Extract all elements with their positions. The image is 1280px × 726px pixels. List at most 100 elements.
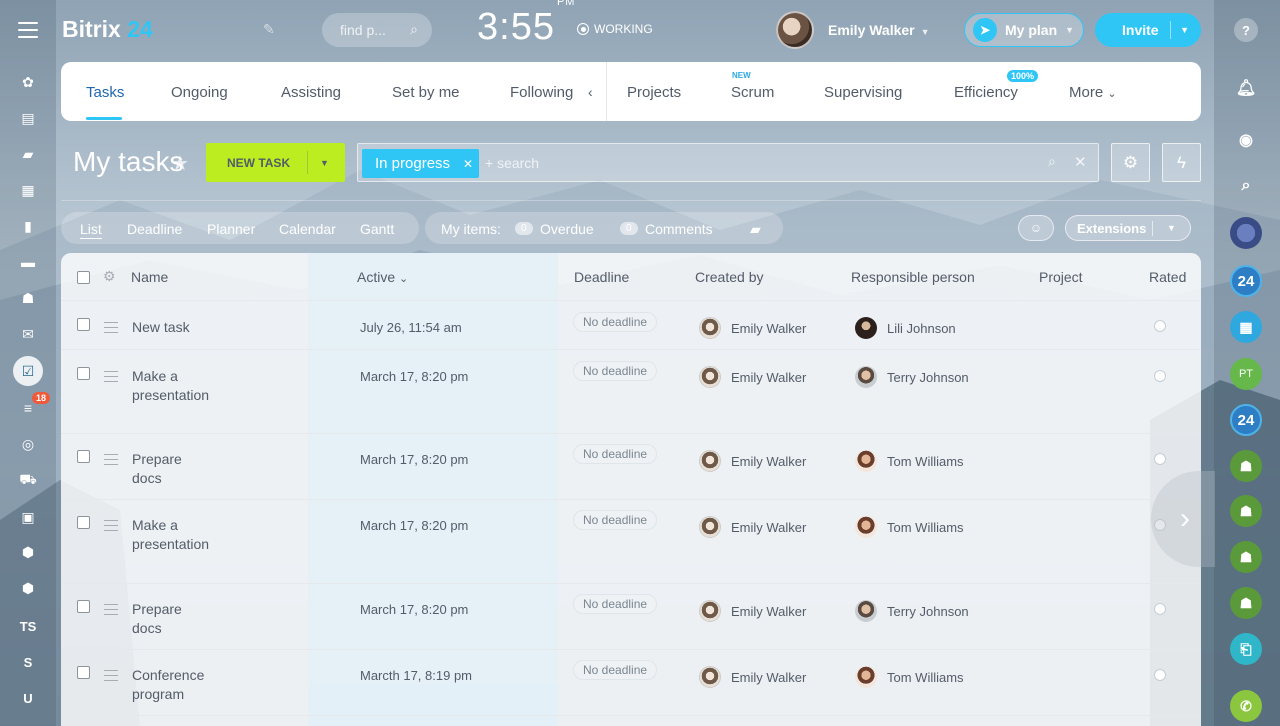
row-menu-icon[interactable] xyxy=(104,520,118,535)
tab-assisting[interactable]: Assisting xyxy=(281,84,341,101)
new-task-button[interactable]: NEW TASK ▼ xyxy=(206,143,345,182)
chevron-down-icon[interactable]: ▼ xyxy=(1167,223,1176,233)
column-header-responsible[interactable]: Responsible person xyxy=(851,269,975,285)
created-by[interactable]: Emily Walker xyxy=(699,600,806,622)
help-icon[interactable]: ? xyxy=(1234,18,1258,42)
row-menu-icon[interactable] xyxy=(104,670,118,685)
responsible-person[interactable]: Tom Williams xyxy=(855,666,964,688)
tab-tasks[interactable]: Tasks xyxy=(86,84,124,101)
groups-icon[interactable]: ☗ xyxy=(16,286,40,310)
read-all-icon[interactable]: ▰ xyxy=(750,221,761,238)
view-list[interactable]: List xyxy=(80,221,102,237)
sidebar-item-ts[interactable]: TS xyxy=(16,614,40,638)
target-icon[interactable]: ◎ xyxy=(16,432,40,456)
column-header-created-by[interactable]: Created by xyxy=(695,269,763,285)
column-header-active[interactable]: Active ⌄ xyxy=(357,269,408,285)
b24-chat-icon[interactable]: 24 xyxy=(1230,265,1262,297)
box-icon[interactable]: ⬢ xyxy=(16,540,40,564)
comments-label[interactable]: Comments xyxy=(645,221,713,237)
rated-indicator[interactable] xyxy=(1154,669,1166,681)
column-header-rated[interactable]: Rated xyxy=(1149,269,1186,285)
task-name[interactable]: Make a presentation xyxy=(132,516,222,554)
overdue-count[interactable]: 0 xyxy=(515,222,533,235)
close-icon[interactable]: ✕ xyxy=(463,157,473,171)
chevron-down-icon[interactable]: ▼ xyxy=(1180,25,1189,35)
tab-scrum[interactable]: Scrum xyxy=(731,84,774,101)
table-row[interactable]: Make a presentation March 17, 8:20 pm No… xyxy=(61,500,1201,584)
responsible-person[interactable]: Terry Johnson xyxy=(855,366,969,388)
responsible-person[interactable]: Lili Johnson xyxy=(855,317,956,339)
table-row[interactable]: Make a presentation March 17, 8:20 pm No… xyxy=(61,350,1201,434)
logo[interactable]: Bitrix 24 xyxy=(62,16,153,43)
deadline-badge[interactable]: No deadline xyxy=(573,510,658,530)
user-avatar[interactable] xyxy=(776,11,814,49)
view-gantt[interactable]: Gantt xyxy=(360,221,394,237)
tab-following[interactable]: Following xyxy=(510,84,573,101)
task-name[interactable]: Make a presentation xyxy=(132,367,222,405)
table-row[interactable]: New task July 26, 11:54 am No deadline E… xyxy=(61,302,1201,350)
chat-icon[interactable]: ▤ xyxy=(16,106,40,130)
extensions-button[interactable]: Extensions ▼ xyxy=(1065,215,1191,241)
row-menu-icon[interactable] xyxy=(104,454,118,469)
calendar-chat-icon[interactable]: ▦ xyxy=(1230,311,1262,343)
filter-chip-in-progress[interactable]: In progress ✕ xyxy=(362,149,479,178)
tasks-icon[interactable]: ☑ xyxy=(13,356,43,386)
menu-burger-icon[interactable] xyxy=(18,22,38,38)
clock[interactable]: 3:55PM xyxy=(477,0,575,49)
overdue-label[interactable]: Overdue xyxy=(540,221,594,237)
view-calendar[interactable]: Calendar xyxy=(279,221,336,237)
created-by[interactable]: Emily Walker xyxy=(699,366,806,388)
edit-pencil-icon[interactable]: ✎ xyxy=(263,21,275,38)
group-chat-icon-4[interactable]: ☗ xyxy=(1230,587,1262,619)
contact-card-icon[interactable]: ▣ xyxy=(16,505,40,529)
my-plan-button[interactable]: ➤ My plan ▼ xyxy=(964,13,1084,47)
rated-indicator[interactable] xyxy=(1154,603,1166,615)
group-chat-icon-2[interactable]: ☗ xyxy=(1230,495,1262,527)
row-menu-icon[interactable] xyxy=(104,371,118,386)
drive-icon[interactable]: ▬ xyxy=(16,250,40,274)
shop-cart-icon[interactable]: ⛟ xyxy=(16,468,40,492)
chat-bubble-icon[interactable]: ◉ xyxy=(1230,124,1262,156)
mail-icon[interactable]: ✉ xyxy=(16,322,40,346)
group-chat-icon-3[interactable]: ☗ xyxy=(1230,541,1262,573)
work-status[interactable]: WORKING xyxy=(577,22,653,36)
row-checkbox[interactable] xyxy=(77,367,90,380)
deadline-badge[interactable]: No deadline xyxy=(573,594,658,614)
search-icon[interactable]: ⌕ xyxy=(1048,153,1056,170)
gear-icon[interactable]: ⚙ xyxy=(103,268,116,285)
deadline-badge[interactable]: No deadline xyxy=(573,660,658,680)
task-name[interactable]: Prepare docs xyxy=(132,450,192,488)
row-checkbox[interactable] xyxy=(77,318,90,331)
documents-icon[interactable]: ▮ xyxy=(16,214,40,238)
feed-icon[interactable]: ✿ xyxy=(16,70,40,94)
pt-avatar[interactable]: PT xyxy=(1230,358,1262,390)
created-by[interactable]: Emily Walker xyxy=(699,450,806,472)
comments-count[interactable]: 0 xyxy=(620,222,638,235)
clear-icon[interactable]: ✕ xyxy=(1074,153,1087,171)
responsible-person[interactable]: Tom Williams xyxy=(855,516,964,538)
row-checkbox[interactable] xyxy=(77,600,90,613)
tab-supervising[interactable]: Supervising xyxy=(824,84,902,101)
task-name[interactable]: Prepare docs xyxy=(132,600,192,638)
column-header-deadline[interactable]: Deadline xyxy=(574,269,629,285)
tab-set-by-me[interactable]: Set by me xyxy=(392,84,460,101)
view-planner[interactable]: Planner xyxy=(207,221,255,237)
deadline-badge[interactable]: No deadline xyxy=(573,312,658,332)
rated-indicator[interactable] xyxy=(1154,370,1166,382)
row-menu-icon[interactable] xyxy=(104,604,118,619)
task-name[interactable]: Conference program xyxy=(132,666,222,704)
column-header-name[interactable]: Name xyxy=(131,269,168,285)
settings-button[interactable]: ⚙ xyxy=(1111,143,1150,182)
created-by[interactable]: Emily Walker xyxy=(699,317,806,339)
task-name[interactable]: New task xyxy=(132,318,252,337)
rated-indicator[interactable] xyxy=(1154,320,1166,332)
row-checkbox[interactable] xyxy=(77,450,90,463)
row-menu-icon[interactable] xyxy=(104,322,118,337)
chevron-left-icon[interactable]: ‹ xyxy=(588,84,593,100)
telephony-icon[interactable]: ⎗ xyxy=(1230,633,1262,665)
table-row[interactable]: Prepare docs March 17, 8:20 pm No deadli… xyxy=(61,434,1201,500)
created-by[interactable]: Emily Walker xyxy=(699,666,806,688)
select-all-checkbox[interactable] xyxy=(77,271,90,284)
cube-icon[interactable]: ⬢ xyxy=(16,576,40,600)
bell-icon[interactable]: 🔔︎ xyxy=(1230,72,1262,104)
